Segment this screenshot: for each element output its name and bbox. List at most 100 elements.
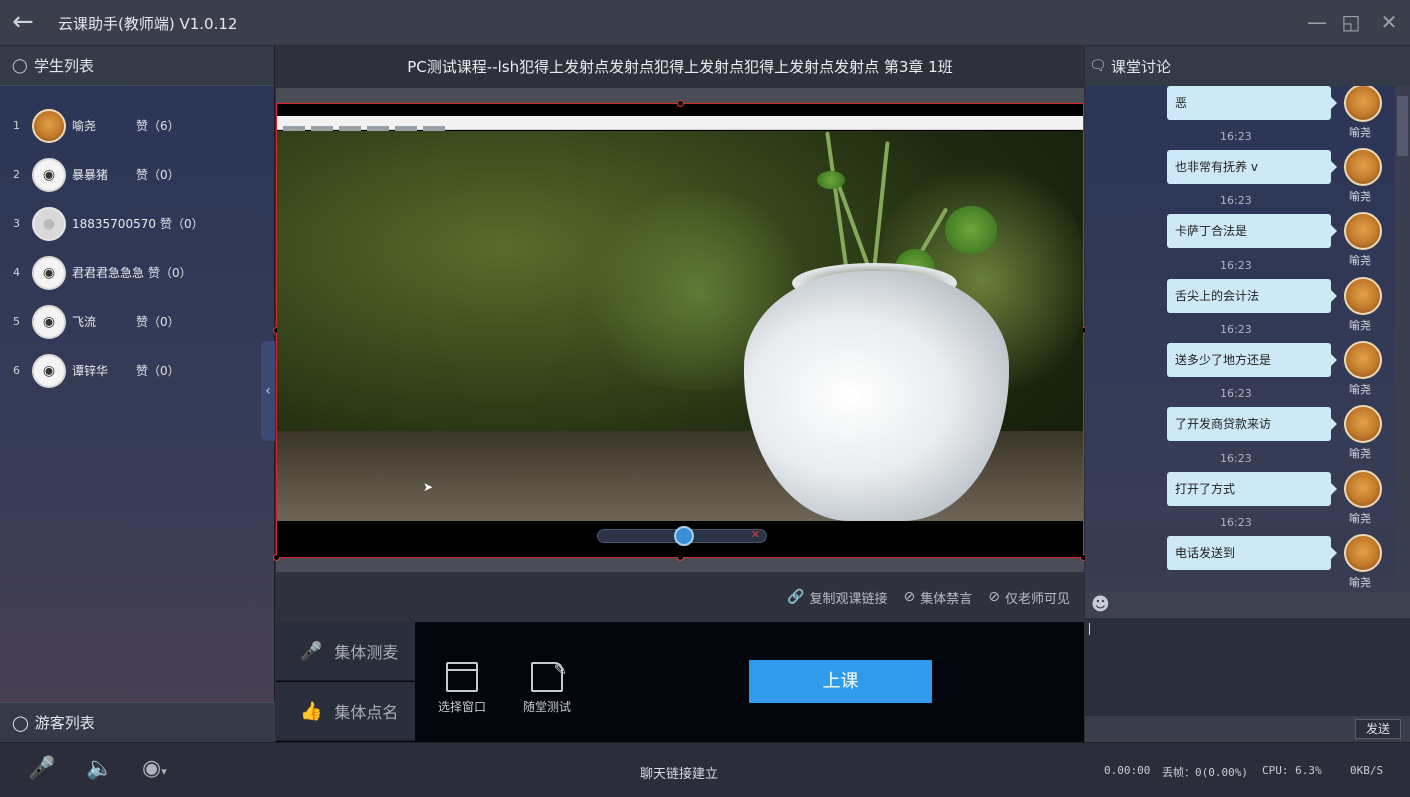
select-window-button[interactable]: 选择窗口 — [432, 662, 492, 715]
message-bubble: 舌尖上的会计法 — [1167, 279, 1337, 313]
guest-list-title: 游客列表 — [34, 714, 95, 732]
student-likes: 赞（0） — [136, 168, 180, 182]
maximize-icon[interactable]: ◱ — [1339, 11, 1363, 35]
send-button[interactable]: 发送 — [1355, 719, 1401, 739]
scrollbar-thumb[interactable] — [1397, 96, 1408, 156]
student-likes: 赞（0） — [136, 364, 180, 378]
chat-input[interactable] — [1085, 618, 1410, 716]
teacher-only-label: 仅老师可见 — [1004, 591, 1070, 607]
guest-list-header[interactable]: ◯ 游客列表 — [0, 702, 275, 742]
roll-call-button[interactable]: 👍 集体点名 — [276, 682, 415, 741]
student-row[interactable]: 4 ◉ 君君君急急急 赞（0） — [0, 248, 274, 297]
message-time: 16:23 — [1220, 323, 1252, 336]
mute-all-button[interactable]: ⊘ 集体禁言 — [904, 588, 973, 607]
sender-name: 喻尧 — [1349, 512, 1371, 525]
mute-all-label: 集体禁言 — [920, 591, 973, 607]
copy-link-label: 复制观课链接 — [809, 591, 888, 607]
sender-name: 喻尧 — [1349, 319, 1371, 332]
discussion-title: 课堂讨论 — [1111, 57, 1172, 76]
back-arrow-icon[interactable]: ← — [12, 8, 44, 38]
shared-screen-frame[interactable]: ➤ ✕ — [273, 100, 1087, 561]
chat-toolbar: ☻ — [1085, 592, 1410, 618]
student-name: 喻尧 — [72, 119, 97, 133]
chat-bubble-icon: 🗨 — [1089, 58, 1107, 74]
chat-message: 16:23 电话发送到 喻尧 — [1085, 516, 1395, 592]
message-bubble: 了开发商贷款来访 — [1167, 407, 1337, 441]
cpu-usage: CPU: 6.3% — [1262, 764, 1322, 777]
person-icon: ◯ — [12, 57, 28, 74]
student-row[interactable]: 5 ◉ 飞流 赞（0） — [0, 297, 274, 346]
student-row[interactable]: 1 喻尧 赞（6） — [0, 101, 274, 150]
message-bubble: 也非常有抚养 v — [1167, 150, 1337, 184]
student-likes: 赞（6） — [136, 119, 180, 133]
dog-avatar — [32, 108, 66, 143]
roll-call-label: 集体点名 — [334, 703, 399, 722]
dog-avatar — [1344, 86, 1382, 122]
playback-control-bar[interactable]: ✕ — [597, 526, 767, 546]
sender-name: 喻尧 — [1349, 126, 1371, 139]
chat-scrollbar[interactable] — [1395, 86, 1410, 592]
student-list-title: 学生列表 — [34, 57, 95, 75]
teacher-only-button[interactable]: ⊘ 仅老师可见 — [988, 588, 1070, 607]
course-title: PC测试课程--lsh犯得上发射点发射点犯得上发射点犯得上发射点发射点 第3章 … — [276, 46, 1084, 88]
message-bubble: 打开了方式 — [1167, 472, 1337, 506]
collapse-panel-chevron-icon[interactable]: ‹ — [261, 341, 275, 441]
window-icon — [446, 662, 478, 692]
student-name: 18835700570 — [72, 216, 156, 231]
sender-name: 喻尧 — [1349, 254, 1371, 267]
student-name: 君君君急急急 — [72, 266, 145, 280]
sender-name: 喻尧 — [1349, 447, 1371, 460]
student-row[interactable]: 6 ◉ 谭锌华 赞（0） — [0, 346, 274, 395]
sender-name: 喻尧 — [1349, 383, 1371, 396]
student-list: 1 喻尧 赞（6） 2 ◉ 暴暴猪 赞（0） 3 ● 18835700570 赞… — [0, 86, 274, 395]
mic-test-label: 集体测麦 — [334, 643, 399, 662]
thumbs-up-icon: 👍 — [300, 700, 323, 722]
play-button-icon[interactable] — [674, 526, 694, 546]
status-bar: 🎤 🔈 ◉▾ 聊天链接建立 0.00:00 丢帧：0(0.00%) CPU: 6… — [0, 742, 1410, 797]
speaker-icon[interactable]: 🔈 — [86, 756, 113, 781]
student-row[interactable]: 3 ● 18835700570 赞（0） — [0, 199, 274, 248]
message-time: 16:23 — [1220, 387, 1252, 400]
dropped-frames: 丢帧：0(0.00%) — [1162, 766, 1248, 779]
start-class-button[interactable]: 上课 — [749, 660, 932, 703]
webcam-dropdown-icon[interactable]: ◉▾ — [142, 756, 167, 781]
close-icon[interactable]: ✕ — [1377, 11, 1401, 35]
resize-handle[interactable] — [677, 100, 684, 107]
duration: 0.00:00 — [1104, 764, 1151, 777]
emoji-icon[interactable]: ☻ — [1091, 594, 1110, 615]
minimize-icon[interactable]: — — [1305, 11, 1329, 35]
student-index: 6 — [13, 364, 20, 377]
quiz-button[interactable]: 随堂测试 — [517, 660, 577, 715]
dog-avatar — [1344, 405, 1382, 443]
student-name: 谭锌华 — [72, 364, 109, 378]
screen-share-stage: ➤ ✕ — [273, 88, 1087, 572]
student-name: 暴暴猪 — [72, 168, 109, 182]
sender-name: 喻尧 — [1349, 190, 1371, 203]
broadcast-actions: 🔗 复制观课链接 ⊘ 集体禁言 ⊘ 仅老师可见 — [276, 572, 1084, 622]
mic-test-button[interactable]: 🎤 集体测麦 — [276, 622, 415, 681]
student-index: 1 — [13, 119, 20, 132]
microphone-icon[interactable]: 🎤 — [28, 756, 55, 781]
mouse-cursor-icon: ➤ — [423, 480, 434, 494]
student-index: 3 — [13, 217, 20, 230]
edit-document-icon — [531, 660, 567, 692]
message-time: 16:23 — [1220, 194, 1252, 207]
discussion-panel: 🗨 课堂讨论 恶 喻尧 16:23 也非常有抚养 v 喻尧 16:23 卡萨丁合… — [1085, 46, 1410, 742]
message-bubble: 电话发送到 — [1167, 536, 1337, 570]
video-player-controls: ✕ — [277, 521, 1083, 557]
student-likes: 赞（0） — [148, 266, 192, 280]
student-index: 5 — [13, 315, 20, 328]
glasses-avatar: ◉ — [32, 304, 66, 339]
student-list-header: ◯ 学生列表 — [0, 46, 274, 86]
chat-messages: 恶 喻尧 16:23 也非常有抚养 v 喻尧 16:23 卡萨丁合法是 喻尧 1… — [1085, 86, 1410, 592]
select-window-label: 选择窗口 — [437, 700, 486, 714]
close-player-icon[interactable]: ✕ — [751, 528, 760, 541]
main-area: PC测试课程--lsh犯得上发射点发射点犯得上发射点犯得上发射点发射点 第3章 … — [273, 46, 1087, 742]
shared-video-image — [277, 131, 1083, 521]
text-caret — [1089, 623, 1090, 635]
student-row[interactable]: 2 ◉ 暴暴猪 赞（0） — [0, 150, 274, 199]
student-name: 飞流 — [72, 315, 97, 329]
glasses-avatar: ◉ — [32, 157, 66, 192]
dog-avatar — [1344, 470, 1382, 508]
copy-link-button[interactable]: 🔗 复制观课链接 — [787, 588, 887, 607]
